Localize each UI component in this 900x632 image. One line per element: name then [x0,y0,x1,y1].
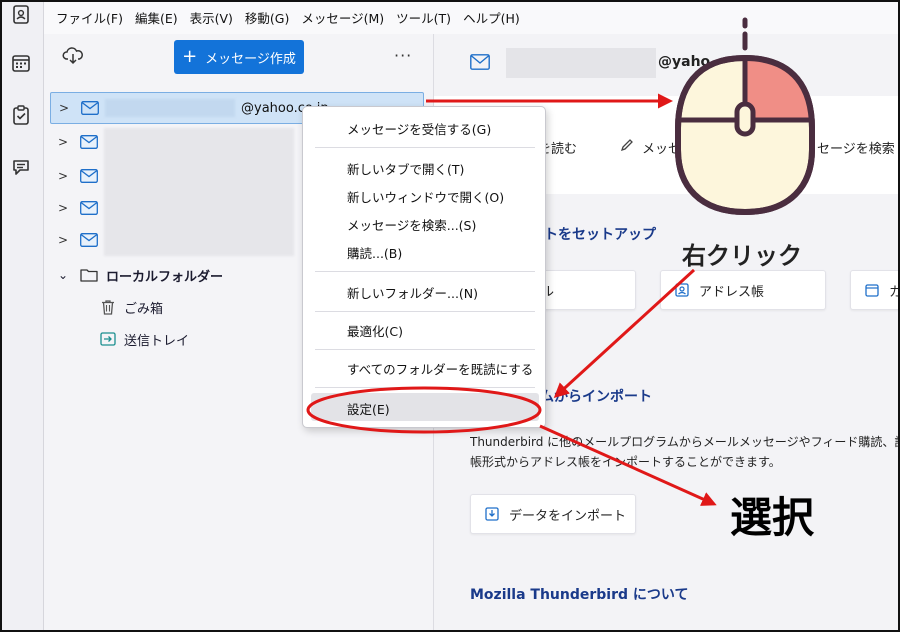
mail-icon [470,54,490,70]
menu-item-settings[interactable]: 設定(E) [347,399,390,418]
chevron-right-icon[interactable]: > [58,201,68,215]
import-description-line-2: 帳形式からアドレス帳をインポートすることができます。 [470,455,781,469]
calendar-icon [865,284,879,297]
address-book-icon[interactable] [8,2,34,28]
menu-item-compact[interactable]: 最適化(C) [347,321,403,340]
right-click-annotation: 右クリック [682,242,802,270]
menu-item-mark-all-read[interactable]: すべてのフォルダーを既読にする [347,359,533,378]
account-mail-icon [80,135,98,149]
trash-icon [102,300,114,315]
compose-button[interactable]: + メッセージ作成 [174,40,304,74]
menu-item-open-new-window[interactable]: 新しいウィンドウで開く(O) [347,187,504,206]
write-message-link[interactable]: メッセー [642,138,694,157]
search-messages-link[interactable]: ッセージを検索 [804,138,895,157]
about-section-title: Mozilla Thunderbird について [470,587,689,603]
import-data-label: データをインポート [509,508,627,524]
outbox-icon [100,332,116,346]
account-mail-icon [81,101,99,115]
account-header: @yaho [434,34,900,94]
menu-separator [315,147,535,148]
menu-message[interactable]: メッセージ(M) [295,8,390,27]
chevron-right-icon[interactable]: > [58,233,68,247]
setup-address-book-button[interactable]: アドレス帳 [660,270,826,310]
menu-separator [315,271,535,272]
context-menu: メッセージを受信する(G) 新しいタブで開く(T) 新しいウィンドウで開く(O)… [302,106,546,428]
menu-item-open-new-tab[interactable]: 新しいタブで開く(T) [347,159,464,178]
pencil-icon [620,139,633,152]
setup-calendar-button[interactable]: カ [850,270,900,310]
menu-item-new-folder[interactable]: 新しいフォルダー...(N) [347,283,478,302]
setup-section-title: ットをセットアップ [530,227,656,243]
calendar-icon[interactable] [8,50,34,76]
menu-item-get-messages[interactable]: メッセージを受信する(G) [347,119,491,138]
blurred-account-title [506,48,656,78]
chevron-right-icon[interactable]: > [59,101,69,115]
menu-item-search-messages[interactable]: メッセージを検索...(S) [347,215,476,234]
menu-go[interactable]: 移動(G) [239,8,295,27]
chevron-right-icon[interactable]: > [58,135,68,149]
tasks-icon[interactable] [8,102,34,128]
select-annotation: 選択 [730,493,815,542]
import-data-button[interactable]: データをインポート [470,494,636,534]
menu-item-subscribe[interactable]: 購読...(B) [347,243,402,262]
menubar: ファイル(F) 編集(E) 表示(V) 移動(G) メッセージ(M) ツール(T… [44,0,900,34]
import-icon [485,507,499,521]
import-section-title: ムからインポート [540,389,652,405]
get-messages-icon[interactable] [62,46,84,66]
plus-icon: + [182,46,198,67]
menu-view[interactable]: 表示(V) [184,8,239,27]
more-options-icon[interactable]: ··· [394,46,412,65]
local-folders-label: ローカルフォルダー [106,269,224,285]
address-book-icon [675,283,689,297]
menu-highlight [311,393,539,421]
spaces-toolbar [0,0,44,632]
menu-separator [315,349,535,350]
trash-label: ごみ箱 [124,301,164,317]
import-description-line-1: Thunderbird に他のメールプログラムからメールメッセージやフィード購読… [470,435,900,449]
chevron-down-icon[interactable]: ⌄ [58,268,68,282]
setup-calendar-label: カ [889,284,900,300]
outbox-label: 送信トレイ [124,333,190,349]
menu-separator [315,311,535,312]
menu-separator [315,387,535,388]
chevron-right-icon[interactable]: > [58,169,68,183]
menu-edit[interactable]: 編集(E) [129,8,184,27]
account-mail-icon [80,169,98,183]
blurred-account-names [104,128,294,256]
account-mail-icon [80,201,98,215]
account-mail-icon [80,233,98,247]
menu-tools[interactable]: ツール(T) [390,8,457,27]
compose-label: メッセージ作成 [205,51,296,67]
blurred-account-name [105,99,235,117]
menu-help[interactable]: ヘルプ(H) [457,8,526,27]
import-description: Thunderbird に他のメールプログラムからメールメッセージやフィード購読… [470,432,900,472]
folder-icon [80,269,98,282]
menu-file[interactable]: ファイル(F) [50,8,129,27]
account-domain: @yaho [658,54,711,70]
chat-icon[interactable] [8,154,34,180]
setup-address-book-label: アドレス帳 [699,284,765,300]
